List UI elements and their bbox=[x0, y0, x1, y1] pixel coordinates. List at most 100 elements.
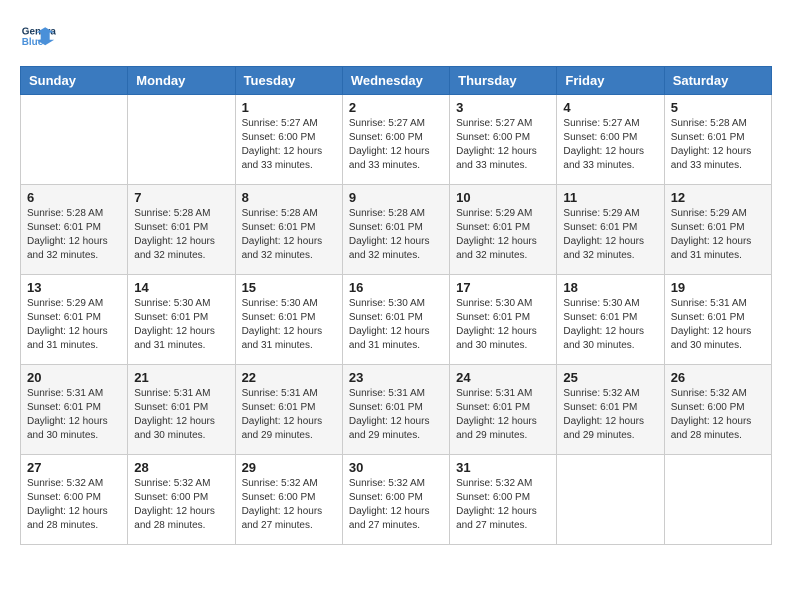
calendar-cell: 23 Sunrise: 5:31 AMSunset: 6:01 PMDayligh… bbox=[342, 365, 449, 455]
page-header: General Blue bbox=[20, 20, 772, 56]
day-number: 17 bbox=[456, 280, 550, 295]
calendar-cell: 5 Sunrise: 5:28 AMSunset: 6:01 PMDaylight… bbox=[664, 95, 771, 185]
day-number: 25 bbox=[563, 370, 657, 385]
calendar-cell bbox=[21, 95, 128, 185]
day-header-tuesday: Tuesday bbox=[235, 67, 342, 95]
cell-info: Sunrise: 5:29 AMSunset: 6:01 PMDaylight:… bbox=[456, 207, 550, 263]
calendar-cell: 22 Sunrise: 5:31 AMSunset: 6:01 PMDayligh… bbox=[235, 365, 342, 455]
cell-info: Sunrise: 5:32 AMSunset: 6:00 PMDaylight:… bbox=[671, 387, 765, 443]
calendar-cell: 26 Sunrise: 5:32 AMSunset: 6:00 PMDayligh… bbox=[664, 365, 771, 455]
day-number: 10 bbox=[456, 190, 550, 205]
day-header-thursday: Thursday bbox=[450, 67, 557, 95]
calendar-cell: 11Sunrise: 5:29 AMSunset: 6:01 PMDayligh… bbox=[557, 185, 664, 275]
day-header-wednesday: Wednesday bbox=[342, 67, 449, 95]
cell-info: Sunrise: 5:29 AMSunset: 6:01 PMDaylight:… bbox=[27, 297, 121, 353]
cell-info: Sunrise: 5:27 AMSunset: 6:00 PMDaylight:… bbox=[563, 117, 657, 173]
calendar-week-row: 6 Sunrise: 5:28 AMSunset: 6:01 PMDaylight… bbox=[21, 185, 772, 275]
day-number: 3 bbox=[456, 100, 550, 115]
calendar-week-row: 1 Sunrise: 5:27 AMSunset: 6:00 PMDaylight… bbox=[21, 95, 772, 185]
cell-info: Sunrise: 5:28 AMSunset: 6:01 PMDaylight:… bbox=[349, 207, 443, 263]
cell-info: Sunrise: 5:30 AMSunset: 6:01 PMDaylight:… bbox=[563, 297, 657, 353]
day-number: 18 bbox=[563, 280, 657, 295]
day-header-monday: Monday bbox=[128, 67, 235, 95]
calendar-cell: 12 Sunrise: 5:29 AMSunset: 6:01 PMDayligh… bbox=[664, 185, 771, 275]
day-number: 29 bbox=[242, 460, 336, 475]
day-number: 14 bbox=[134, 280, 228, 295]
calendar-cell: 31 Sunrise: 5:32 AMSunset: 6:00 PMDayligh… bbox=[450, 455, 557, 545]
cell-info: Sunrise: 5:28 AMSunset: 6:01 PMDaylight:… bbox=[671, 117, 765, 173]
calendar-cell: 10 Sunrise: 5:29 AMSunset: 6:01 PMDayligh… bbox=[450, 185, 557, 275]
calendar-cell: 13 Sunrise: 5:29 AMSunset: 6:01 PMDayligh… bbox=[21, 275, 128, 365]
cell-info: Sunrise: 5:30 AMSunset: 6:01 PMDaylight:… bbox=[134, 297, 228, 353]
calendar-cell: 8Sunrise: 5:28 AMSunset: 6:01 PMDaylight… bbox=[235, 185, 342, 275]
cell-info: Sunrise: 5:29 AMSunset: 6:01 PMDaylight:… bbox=[563, 207, 657, 263]
calendar-cell: 3 Sunrise: 5:27 AMSunset: 6:00 PMDaylight… bbox=[450, 95, 557, 185]
calendar-week-row: 27 Sunrise: 5:32 AMSunset: 6:00 PMDayligh… bbox=[21, 455, 772, 545]
calendar-table: SundayMondayTuesdayWednesdayThursdayFrid… bbox=[20, 66, 772, 545]
calendar-cell bbox=[664, 455, 771, 545]
calendar-cell: 19Sunrise: 5:31 AMSunset: 6:01 PMDayligh… bbox=[664, 275, 771, 365]
calendar-cell: 30 Sunrise: 5:32 AMSunset: 6:00 PMDayligh… bbox=[342, 455, 449, 545]
cell-info: Sunrise: 5:31 AMSunset: 6:01 PMDaylight:… bbox=[27, 387, 121, 443]
day-number: 23 bbox=[349, 370, 443, 385]
day-header-sunday: Sunday bbox=[21, 67, 128, 95]
day-number: 30 bbox=[349, 460, 443, 475]
day-number: 12 bbox=[671, 190, 765, 205]
day-number: 28 bbox=[134, 460, 228, 475]
calendar-cell: 21 Sunrise: 5:31 AMSunset: 6:01 PMDayligh… bbox=[128, 365, 235, 455]
cell-info: Sunrise: 5:30 AMSunset: 6:01 PMDaylight:… bbox=[456, 297, 550, 353]
cell-info: Sunrise: 5:27 AMSunset: 6:00 PMDaylight:… bbox=[349, 117, 443, 173]
cell-info: Sunrise: 5:31 AMSunset: 6:01 PMDaylight:… bbox=[134, 387, 228, 443]
calendar-cell: 27 Sunrise: 5:32 AMSunset: 6:00 PMDayligh… bbox=[21, 455, 128, 545]
calendar-cell: 20 Sunrise: 5:31 AMSunset: 6:01 PMDayligh… bbox=[21, 365, 128, 455]
calendar-cell: 25 Sunrise: 5:32 AMSunset: 6:01 PMDayligh… bbox=[557, 365, 664, 455]
day-number: 26 bbox=[671, 370, 765, 385]
cell-info: Sunrise: 5:31 AMSunset: 6:01 PMDaylight:… bbox=[671, 297, 765, 353]
calendar-cell: 2 Sunrise: 5:27 AMSunset: 6:00 PMDaylight… bbox=[342, 95, 449, 185]
calendar-cell: 17 Sunrise: 5:30 AMSunset: 6:01 PMDayligh… bbox=[450, 275, 557, 365]
cell-info: Sunrise: 5:32 AMSunset: 6:00 PMDaylight:… bbox=[134, 477, 228, 533]
cell-info: Sunrise: 5:31 AMSunset: 6:01 PMDaylight:… bbox=[242, 387, 336, 443]
day-number: 21 bbox=[134, 370, 228, 385]
logo-icon: General Blue bbox=[20, 20, 56, 56]
cell-info: Sunrise: 5:28 AMSunset: 6:01 PMDaylight:… bbox=[242, 207, 336, 263]
day-number: 1 bbox=[242, 100, 336, 115]
calendar-cell: 16 Sunrise: 5:30 AMSunset: 6:01 PMDayligh… bbox=[342, 275, 449, 365]
calendar-cell: 7Sunrise: 5:28 AMSunset: 6:01 PMDaylight… bbox=[128, 185, 235, 275]
day-number: 20 bbox=[27, 370, 121, 385]
cell-info: Sunrise: 5:30 AMSunset: 6:01 PMDaylight:… bbox=[242, 297, 336, 353]
calendar-cell: 18 Sunrise: 5:30 AMSunset: 6:01 PMDayligh… bbox=[557, 275, 664, 365]
cell-info: Sunrise: 5:27 AMSunset: 6:00 PMDaylight:… bbox=[456, 117, 550, 173]
day-number: 5 bbox=[671, 100, 765, 115]
calendar-week-row: 20 Sunrise: 5:31 AMSunset: 6:01 PMDayligh… bbox=[21, 365, 772, 455]
svg-text:Blue: Blue bbox=[22, 37, 44, 48]
calendar-cell: 9Sunrise: 5:28 AMSunset: 6:01 PMDaylight… bbox=[342, 185, 449, 275]
cell-info: Sunrise: 5:30 AMSunset: 6:01 PMDaylight:… bbox=[349, 297, 443, 353]
day-number: 27 bbox=[27, 460, 121, 475]
calendar-cell: 15 Sunrise: 5:30 AMSunset: 6:01 PMDayligh… bbox=[235, 275, 342, 365]
calendar-cell: 4 Sunrise: 5:27 AMSunset: 6:00 PMDaylight… bbox=[557, 95, 664, 185]
day-number: 24 bbox=[456, 370, 550, 385]
calendar-cell: 6 Sunrise: 5:28 AMSunset: 6:01 PMDaylight… bbox=[21, 185, 128, 275]
cell-info: Sunrise: 5:28 AMSunset: 6:01 PMDaylight:… bbox=[27, 207, 121, 263]
day-number: 4 bbox=[563, 100, 657, 115]
calendar-cell: 28 Sunrise: 5:32 AMSunset: 6:00 PMDayligh… bbox=[128, 455, 235, 545]
calendar-cell: 14 Sunrise: 5:30 AMSunset: 6:01 PMDayligh… bbox=[128, 275, 235, 365]
cell-info: Sunrise: 5:32 AMSunset: 6:00 PMDaylight:… bbox=[349, 477, 443, 533]
day-number: 15 bbox=[242, 280, 336, 295]
day-number: 31 bbox=[456, 460, 550, 475]
cell-info: Sunrise: 5:32 AMSunset: 6:00 PMDaylight:… bbox=[27, 477, 121, 533]
cell-info: Sunrise: 5:29 AMSunset: 6:01 PMDaylight:… bbox=[671, 207, 765, 263]
cell-info: Sunrise: 5:28 AMSunset: 6:01 PMDaylight:… bbox=[134, 207, 228, 263]
cell-info: Sunrise: 5:31 AMSunset: 6:01 PMDaylight:… bbox=[349, 387, 443, 443]
day-number: 13 bbox=[27, 280, 121, 295]
day-number: 6 bbox=[27, 190, 121, 205]
calendar-cell: 24Sunrise: 5:31 AMSunset: 6:01 PMDayligh… bbox=[450, 365, 557, 455]
calendar-cell bbox=[128, 95, 235, 185]
day-number: 16 bbox=[349, 280, 443, 295]
cell-info: Sunrise: 5:32 AMSunset: 6:01 PMDaylight:… bbox=[563, 387, 657, 443]
day-number: 22 bbox=[242, 370, 336, 385]
cell-info: Sunrise: 5:32 AMSunset: 6:00 PMDaylight:… bbox=[456, 477, 550, 533]
day-header-friday: Friday bbox=[557, 67, 664, 95]
day-number: 2 bbox=[349, 100, 443, 115]
